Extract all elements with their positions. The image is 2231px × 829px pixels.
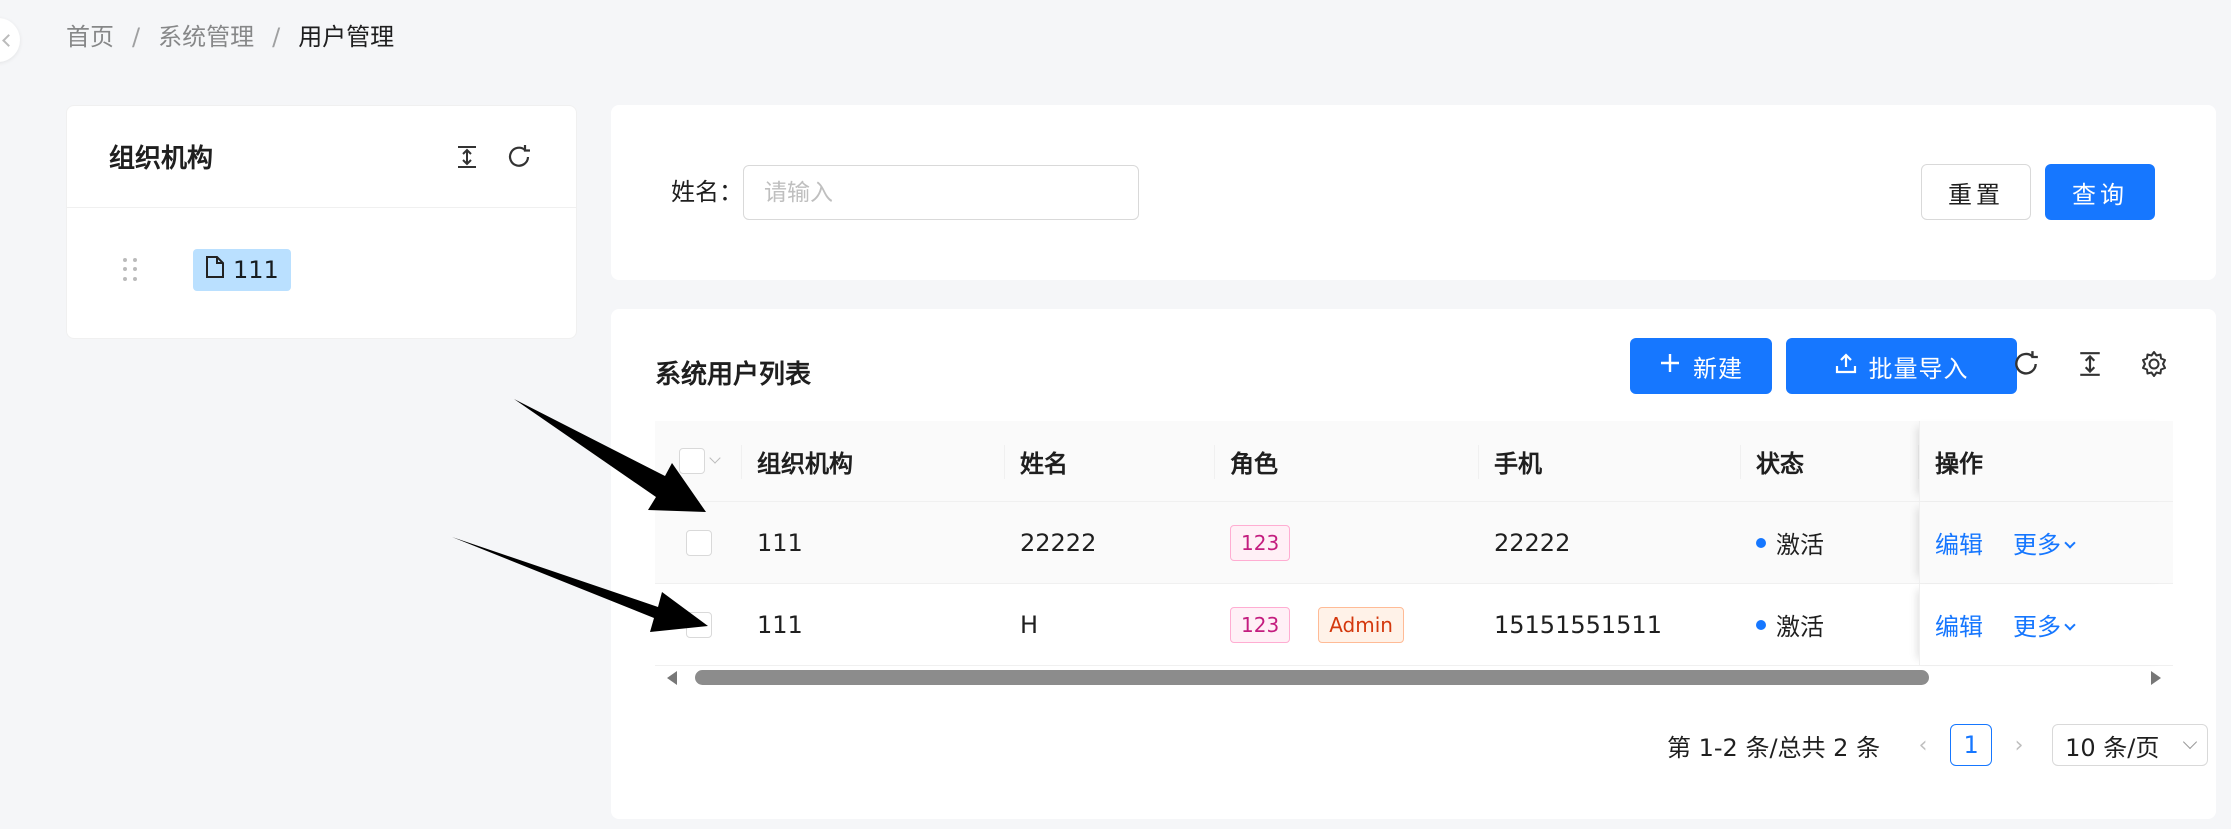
query-button[interactable]: 查询 — [2045, 164, 2155, 220]
reload-icon[interactable] — [2009, 347, 2043, 381]
name-search-input[interactable] — [743, 165, 1139, 220]
plus-icon — [1659, 352, 1681, 380]
table-header-row: 组织机构 姓名 角色 手机 状态 操作 — [655, 421, 2173, 502]
table-title: 系统用户列表 — [655, 360, 812, 390]
horizontal-scrollbar[interactable] — [655, 667, 2173, 689]
search-form-panel: 姓名： 重置 查询 — [611, 105, 2216, 280]
breadcrumb-separator: / — [272, 23, 281, 51]
table-row: 111 H 123 Admin 15151551511 激活 编辑 更多 — [655, 584, 2173, 666]
cell-org: 111 — [757, 610, 803, 639]
more-label: 更多 — [2013, 531, 2061, 559]
scrollbar-thumb[interactable] — [695, 670, 1929, 685]
cell-phone: 22222 — [1494, 528, 1571, 557]
more-dropdown[interactable]: 更多 — [2013, 607, 2076, 642]
name-field-label: 姓名： — [671, 178, 743, 206]
more-label: 更多 — [2013, 613, 2061, 641]
cell-status: 激活 — [1741, 584, 1919, 665]
role-tag: Admin — [1318, 606, 1404, 643]
tree-node-selected[interactable]: 111 — [193, 249, 291, 291]
cell-name: H — [1020, 610, 1039, 639]
more-dropdown[interactable]: 更多 — [2013, 525, 2076, 560]
sider-collapse-button[interactable] — [0, 18, 20, 62]
breadcrumb-home[interactable]: 首页 — [66, 20, 114, 54]
chevron-down-icon — [2183, 734, 2198, 750]
cell-role: 123 Admin — [1215, 584, 1479, 665]
chevron-down-icon — [2064, 537, 2076, 549]
column-header-role: 角色 — [1215, 421, 1479, 501]
column-height-icon[interactable] — [452, 142, 482, 172]
pagination-total: 第 1-2 条/总共 2 条 — [1667, 733, 1881, 762]
edit-link[interactable]: 编辑 — [1935, 607, 1983, 642]
setting-icon[interactable] — [2137, 347, 2171, 381]
cell-actions: 编辑 更多 — [1919, 584, 2173, 665]
batch-import-label: 批量导入 — [1868, 354, 1969, 383]
new-user-button[interactable]: 新建 — [1630, 338, 1772, 394]
page-item-current[interactable]: 1 — [1950, 724, 1993, 766]
org-panel-tools — [452, 142, 534, 172]
status-text: 激活 — [1776, 613, 1824, 641]
cell-role: 123 — [1215, 502, 1479, 583]
org-panel-title: 组织机构 — [109, 144, 214, 174]
new-user-label: 新建 — [1693, 354, 1743, 383]
tree-node-row[interactable]: 111 — [123, 249, 291, 291]
breadcrumb: 首页 / 系统管理 / 用户管理 — [66, 20, 394, 54]
prev-page-icon[interactable]: ‹ — [1908, 730, 1938, 760]
select-all-checkbox[interactable] — [678, 448, 705, 474]
status-text: 激活 — [1776, 531, 1824, 559]
cell-status: 激活 — [1741, 502, 1919, 583]
scroll-right-arrow-icon[interactable] — [2151, 671, 2161, 685]
column-header-status: 状态 — [1741, 421, 1919, 501]
page-size-select[interactable]: 10 条/页 — [2052, 724, 2209, 766]
edit-link[interactable]: 编辑 — [1935, 525, 1983, 560]
role-tag: 123 — [1230, 606, 1291, 643]
scroll-left-arrow-icon[interactable] — [667, 671, 677, 685]
column-header-name: 姓名 — [1005, 421, 1215, 501]
row-select-cell — [655, 584, 742, 665]
select-all-cell — [655, 421, 742, 501]
row-checkbox[interactable] — [685, 529, 712, 556]
cell-actions: 编辑 更多 — [1919, 502, 2173, 583]
breadcrumb-current: 用户管理 — [298, 23, 395, 51]
column-header-actions: 操作 — [1919, 421, 2173, 501]
cell-phone: 15151551511 — [1494, 610, 1662, 639]
reload-icon[interactable] — [504, 142, 534, 172]
status-dot-icon — [1756, 537, 1766, 548]
org-panel-header: 组织机构 — [67, 106, 576, 208]
batch-import-button[interactable]: 批量导入 — [1786, 338, 2017, 394]
reset-button[interactable]: 重置 — [1921, 164, 2031, 220]
file-icon — [205, 255, 225, 285]
user-table: 组织机构 姓名 角色 手机 状态 操作 111 22222 123 22222 … — [655, 421, 2173, 666]
column-header-org: 组织机构 — [742, 421, 1005, 501]
cell-name: 22222 — [1020, 528, 1097, 557]
pagination: 第 1-2 条/总共 2 条 ‹ 1 › 10 条/页 — [1667, 724, 2209, 766]
row-checkbox[interactable] — [685, 611, 712, 638]
column-header-phone: 手机 — [1479, 421, 1741, 501]
chevron-down-icon — [2064, 619, 2076, 631]
user-table-panel: 系统用户列表 新建 批量导入 组织机构 姓名 角色 手机 状态 操作 111 2… — [611, 309, 2216, 819]
table-toolbar — [2009, 347, 2171, 381]
drag-handle-icon[interactable] — [123, 258, 139, 282]
column-height-icon[interactable] — [2073, 347, 2107, 381]
status-dot-icon — [1756, 619, 1766, 630]
next-page-icon[interactable]: › — [2004, 730, 2034, 760]
org-tree-panel: 组织机构 111 — [66, 105, 577, 339]
table-row: 111 22222 123 22222 激活 编辑 更多 — [655, 502, 2173, 584]
breadcrumb-system[interactable]: 系统管理 — [158, 20, 254, 54]
page-size-value: 10 条/页 — [2065, 733, 2160, 762]
role-tag: 123 — [1230, 524, 1291, 561]
upload-icon — [1835, 352, 1857, 380]
tree-node-label: 111 — [233, 256, 279, 284]
breadcrumb-separator: / — [132, 23, 141, 51]
chevron-down-icon[interactable] — [708, 452, 721, 464]
cell-org: 111 — [757, 528, 803, 557]
row-select-cell — [655, 502, 742, 583]
